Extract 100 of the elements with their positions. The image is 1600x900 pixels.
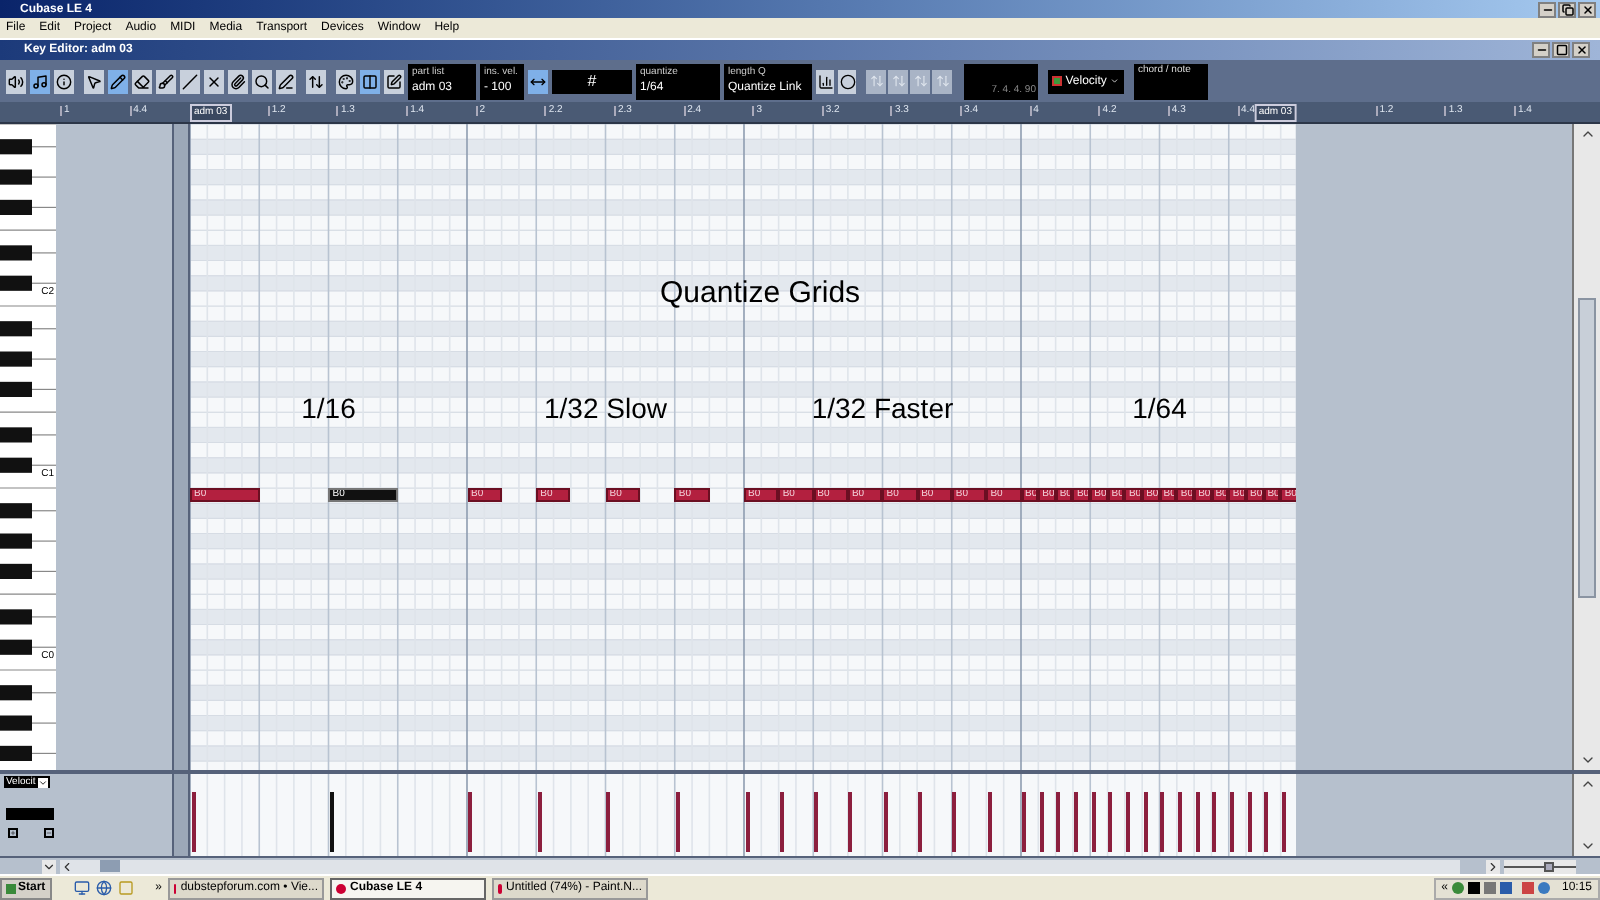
close-button[interactable] <box>1578 1 1596 17</box>
mute-tool-button[interactable] <box>204 69 224 93</box>
parts-tool-button[interactable] <box>360 69 380 93</box>
slider-thumb[interactable] <box>1544 861 1555 871</box>
colors-tool-button[interactable] <box>336 69 356 93</box>
velocity-bar[interactable] <box>1229 792 1234 852</box>
velocity-bar[interactable] <box>1195 792 1200 852</box>
minus-icon[interactable] <box>44 828 54 838</box>
minimize-button[interactable] <box>1532 42 1550 58</box>
value-display <box>6 808 54 820</box>
velocity-bar[interactable] <box>329 792 334 852</box>
velocity-bar[interactable] <box>1160 792 1165 852</box>
scroll-right-icon[interactable] <box>1486 859 1500 873</box>
speaker-tool-button[interactable] <box>6 69 26 93</box>
speaker-icon <box>8 73 24 89</box>
zoom-tool-button[interactable] <box>252 69 272 93</box>
velocity-bar[interactable] <box>1125 792 1130 852</box>
globe-icon[interactable] <box>95 880 112 896</box>
scroll-up-icon[interactable] <box>1579 776 1595 792</box>
eraser-tool-button[interactable] <box>132 69 152 93</box>
velocity-bar[interactable] <box>987 792 992 852</box>
paperclip-icon <box>230 73 246 89</box>
up-down-arrows-icon <box>891 74 905 88</box>
velocity-bar[interactable] <box>1039 792 1044 852</box>
pencil-tool-button[interactable] <box>108 69 128 93</box>
circle-button[interactable] <box>838 69 856 93</box>
pencil-icon <box>110 73 126 89</box>
velocity-bar[interactable] <box>675 792 680 852</box>
arrow-tool-button[interactable] <box>84 69 104 93</box>
velocity-bar[interactable] <box>952 792 957 852</box>
minimize-icon <box>1535 44 1547 56</box>
phrase-label: 1/64 <box>1132 394 1187 422</box>
velocity-bar[interactable] <box>606 792 611 852</box>
velocity-bar[interactable] <box>779 792 784 852</box>
scroll-thumb[interactable] <box>1578 297 1596 597</box>
velocity-bar[interactable] <box>1108 792 1113 852</box>
restore-icon <box>1561 3 1573 15</box>
phrase-label: 1/32 Slow <box>544 394 667 422</box>
phrase-label: 1/32 Faster <box>811 394 954 422</box>
scroll-thumb[interactable] <box>100 860 120 872</box>
vertical-scrollbar[interactable] <box>1572 124 1600 770</box>
pen-icon <box>278 73 294 89</box>
splitter-bar[interactable] <box>172 124 190 770</box>
velocity-bar[interactable] <box>1212 792 1217 852</box>
velocity-bar[interactable] <box>1264 792 1269 852</box>
line-icon <box>182 73 198 89</box>
caret-icon <box>1110 76 1120 86</box>
grid-field[interactable]: # <box>552 69 632 93</box>
maximize-icon <box>1555 44 1567 56</box>
maximize-button[interactable] <box>1552 42 1570 58</box>
velocity-bar[interactable] <box>1073 792 1078 852</box>
info-icon <box>56 73 72 89</box>
velocity-bar[interactable] <box>918 792 923 852</box>
piano-keyboard-drawing[interactable] <box>0 124 56 770</box>
velocity-bar[interactable] <box>1091 792 1096 852</box>
velocity-bar[interactable] <box>1177 792 1182 852</box>
grid-value: # <box>587 73 597 89</box>
pointer-icon <box>86 73 102 89</box>
velocity-bar[interactable] <box>537 792 542 852</box>
brush-tool-button[interactable] <box>156 69 176 93</box>
lane-scrollbar[interactable] <box>1572 774 1600 856</box>
plus-icon[interactable] <box>8 828 18 838</box>
solo-tool-button[interactable] <box>30 69 50 93</box>
close-button[interactable] <box>1572 42 1590 58</box>
minimize-button[interactable] <box>1538 1 1556 17</box>
velocity-bar[interactable] <box>1143 792 1148 852</box>
scroll-down-icon[interactable] <box>1579 838 1595 854</box>
glue-tool-button[interactable] <box>228 69 248 93</box>
columns-icon <box>362 73 378 89</box>
bar-chart-icon <box>817 73 833 89</box>
velocity-bar[interactable] <box>814 792 819 852</box>
up-down-arrows-icon <box>869 74 883 88</box>
transpose-tool-button[interactable] <box>306 69 326 93</box>
scroll-left-icon[interactable] <box>60 859 74 873</box>
step-input-button[interactable] <box>528 69 548 93</box>
info-tool-button[interactable] <box>54 69 74 93</box>
restore-button[interactable] <box>1558 1 1576 17</box>
dropdown-icon[interactable] <box>42 859 56 873</box>
draw-tool-button[interactable] <box>276 69 296 93</box>
heading: Quantize Grids <box>660 278 861 308</box>
x-icon <box>206 73 222 89</box>
zoom-slider[interactable] <box>1504 859 1576 873</box>
eraser-icon <box>134 73 150 89</box>
velocity-bar[interactable] <box>1056 792 1061 852</box>
line-tool-button[interactable] <box>180 69 200 93</box>
caret-icon <box>37 777 48 787</box>
velocity-bar[interactable] <box>883 792 888 852</box>
step-bars-button[interactable] <box>816 69 834 93</box>
grid-squares-icon <box>1052 76 1062 86</box>
velocity-bar[interactable] <box>1281 792 1286 852</box>
horizontal-arrows-icon <box>530 73 546 89</box>
horizontal-scrollbar[interactable] <box>60 859 1460 873</box>
velocity-bar[interactable] <box>1247 792 1252 852</box>
close-icon <box>1581 3 1593 15</box>
edit-tool-button[interactable] <box>384 69 404 93</box>
scroll-up-icon[interactable] <box>1579 126 1595 142</box>
scroll-down-icon[interactable] <box>1579 752 1595 768</box>
monitor-icon[interactable] <box>73 880 90 896</box>
windows-flag-icon <box>6 883 16 893</box>
velocity-bar[interactable] <box>848 792 853 852</box>
